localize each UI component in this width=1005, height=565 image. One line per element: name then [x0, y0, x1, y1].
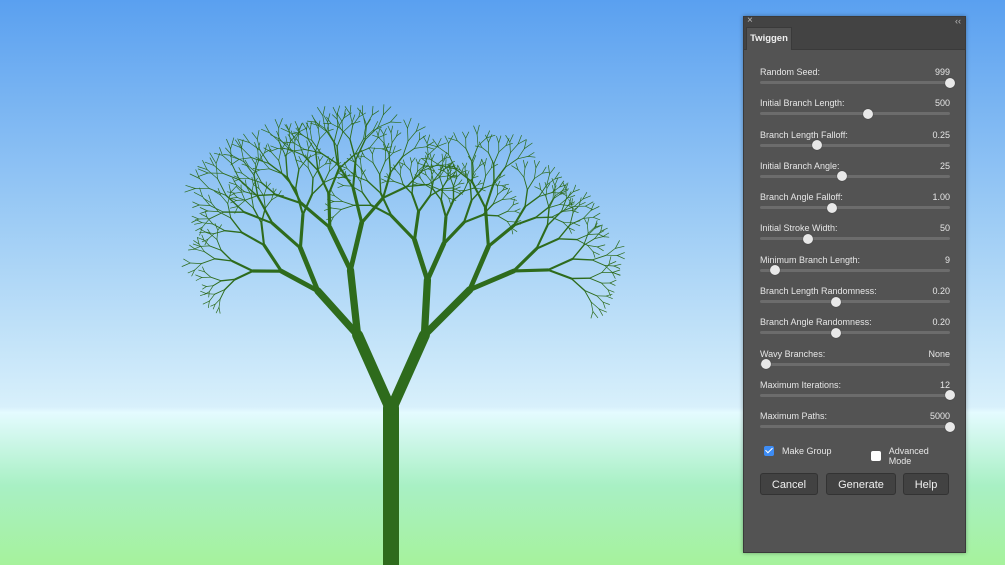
slider-value: 12: [939, 379, 950, 390]
slider-thumb[interactable]: [863, 108, 874, 119]
advanced-mode-check-box[interactable]: [871, 451, 881, 461]
slider-label: Branch Length Randomness:: [760, 286, 877, 297]
slider-track[interactable]: [760, 265, 950, 276]
slider-row: Maximum Paths: 5000: [760, 409, 955, 440]
slider-row: Random Seed: 999: [760, 65, 955, 96]
slider-value: 0.20: [932, 286, 950, 297]
slider-track[interactable]: [760, 140, 950, 151]
slider-thumb[interactable]: [836, 171, 847, 182]
slider-value: 9: [944, 254, 950, 265]
make-group-label: Make Group: [782, 446, 832, 456]
slider-track[interactable]: [760, 77, 955, 88]
panel-tab-strip: Twiggen: [744, 27, 965, 50]
slider-label: Initial Stroke Width:: [760, 223, 838, 234]
slider-label: Minimum Branch Length:: [760, 254, 861, 265]
slider-thumb[interactable]: [760, 359, 771, 370]
slider-track[interactable]: [760, 171, 950, 182]
help-button[interactable]: Help: [903, 473, 949, 495]
generate-button[interactable]: Generate: [826, 473, 896, 495]
slider-label: Maximum Iterations:: [760, 379, 842, 390]
slider-thumb[interactable]: [831, 327, 841, 338]
slider-label: Initial Branch Length:: [760, 98, 845, 109]
slider-thumb[interactable]: [802, 233, 813, 244]
slider-track[interactable]: [760, 233, 950, 244]
slider-track[interactable]: [760, 359, 950, 370]
cancel-button[interactable]: Cancel: [760, 473, 818, 495]
slider-track[interactable]: [760, 421, 955, 432]
slider-value: 0.20: [932, 317, 950, 328]
slider-label: Maximum Paths:: [760, 411, 828, 422]
slider-value: None: [928, 348, 950, 359]
slider-value: 50: [939, 223, 950, 234]
slider-row: Maximum Iterations: 12: [760, 378, 955, 409]
advanced-mode-checkbox[interactable]: Advanced Mode: [871, 446, 952, 466]
panel-title-bar[interactable]: × ‹‹: [744, 14, 965, 28]
slider-value: 5000: [929, 411, 950, 422]
slider-track[interactable]: [760, 296, 950, 307]
slider-row: Wavy Branches: None: [760, 347, 950, 378]
slider-value: 25: [939, 160, 950, 171]
advanced-mode-label: Advanced Mode: [888, 446, 929, 466]
slider-label: Random Seed:: [760, 67, 821, 77]
tab-twiggen[interactable]: Twiggen: [746, 27, 792, 50]
slider-row: Branch Length Randomness: 0.20: [760, 284, 950, 315]
slider-row: Branch Angle Falloff: 1.00: [760, 190, 950, 221]
slider-track[interactable]: [760, 202, 950, 213]
slider-thumb[interactable]: [770, 265, 781, 276]
slider-label: Branch Length Falloff:: [760, 129, 848, 140]
slider-row: Initial Stroke Width: 50: [760, 221, 950, 252]
slider-track[interactable]: [760, 390, 955, 401]
make-group-checkbox[interactable]: Make Group: [764, 446, 832, 456]
twiggen-panel: × ‹‹ Twiggen Random Seed: 999 Initial Bran…: [743, 14, 966, 553]
make-group-check-box[interactable]: [764, 446, 774, 456]
slider-value: 999: [934, 67, 950, 77]
slider-row: Branch Angle Randomness: 0.20: [760, 315, 950, 346]
slider-track[interactable]: [760, 327, 950, 338]
slider-thumb[interactable]: [812, 140, 822, 151]
slider-thumb[interactable]: [831, 296, 841, 307]
slider-track[interactable]: [760, 108, 950, 119]
slider-thumb[interactable]: [945, 77, 955, 88]
slider-thumb[interactable]: [945, 421, 955, 432]
slider-value: 500: [934, 98, 950, 109]
slider-row: Branch Length Falloff: 0.25: [760, 128, 950, 159]
slider-label: Branch Angle Falloff:: [760, 192, 843, 203]
collapse-icon[interactable]: ‹‹: [955, 14, 961, 28]
slider-label: Branch Angle Randomness:: [760, 317, 872, 328]
slider-row: Initial Branch Angle: 25: [760, 159, 950, 190]
slider-value: 0.25: [932, 129, 950, 140]
slider-value: 1.00: [932, 192, 950, 203]
slider-row: Minimum Branch Length: 9: [760, 253, 950, 284]
slider-thumb[interactable]: [945, 390, 955, 401]
options-row: Make Group Advanced Mode: [762, 446, 952, 466]
slider-label: Initial Branch Angle:: [760, 160, 840, 171]
slider-label: Wavy Branches:: [760, 348, 826, 359]
slider-controls: Random Seed: 999 Initial Branch Length: 500…: [760, 65, 955, 441]
button-row: Cancel Generate Help: [760, 473, 952, 495]
slider-row: Initial Branch Length: 500: [760, 96, 950, 127]
slider-thumb[interactable]: [827, 202, 838, 213]
close-icon[interactable]: ×: [747, 14, 753, 28]
